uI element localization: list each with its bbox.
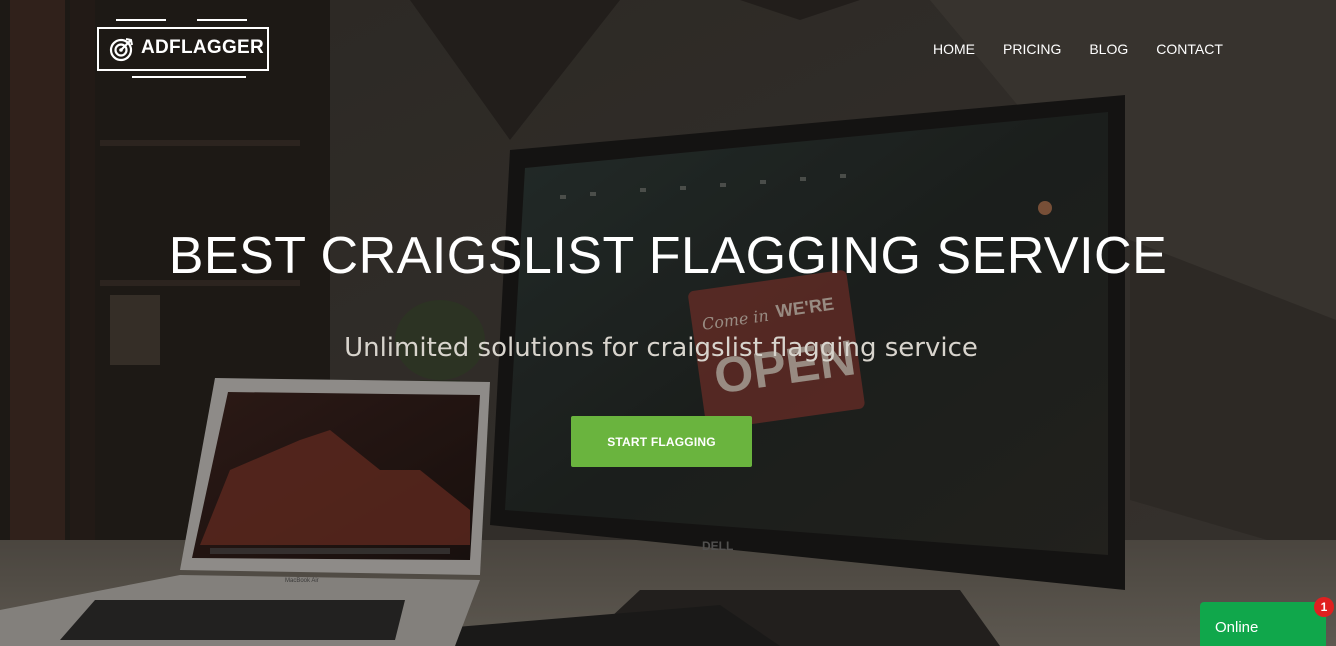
logo-bottom-bar <box>132 76 246 78</box>
nav-item-home[interactable]: HOME <box>933 41 975 58</box>
logo-top-bar-left <box>116 19 166 21</box>
hero-section: Come in WE'RE OPEN DELL MacBook Air ADFL… <box>0 0 1336 646</box>
nav-item-contact[interactable]: CONTACT <box>1156 41 1223 58</box>
logo-text: ADFLAGGER <box>141 37 265 58</box>
main-nav: HOME PRICING BLOG CONTACT <box>933 41 1223 58</box>
hero-subtitle: Unlimited solutions for craigslist flagg… <box>344 333 978 363</box>
chat-unread-badge: 1 <box>1314 597 1334 617</box>
chat-widget-button[interactable]: Online 1 <box>1200 597 1334 646</box>
target-icon <box>109 36 135 67</box>
hero-headline: BEST CRAIGSLIST FLAGGING SERVICE <box>168 227 1168 285</box>
start-flagging-button[interactable]: START FLAGGING <box>571 416 752 467</box>
hero-dark-overlay <box>0 0 1336 646</box>
chat-status-label: Online <box>1215 619 1259 636</box>
nav-item-blog[interactable]: BLOG <box>1089 41 1128 58</box>
nav-item-pricing[interactable]: PRICING <box>1003 41 1061 58</box>
logo-top-bar-right <box>197 19 247 21</box>
site-logo[interactable]: ADFLAGGER <box>97 18 269 80</box>
